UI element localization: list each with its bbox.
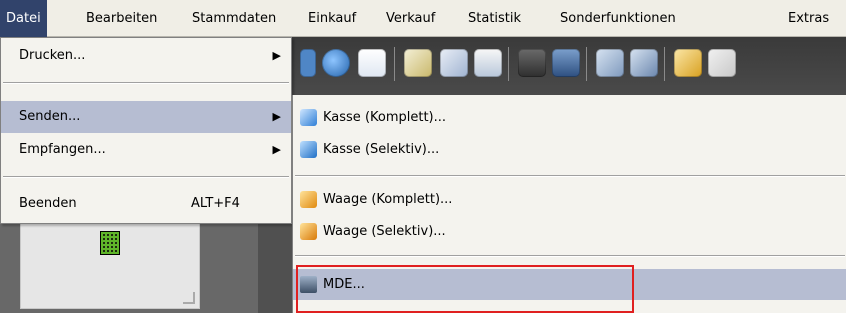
home-icon[interactable] <box>358 49 386 77</box>
user-icon[interactable] <box>552 49 580 77</box>
menu-verkauf[interactable]: Verkauf <box>380 0 441 37</box>
submenu-arrow-icon: ▶ <box>272 143 281 156</box>
submenu-item-waage-komplett[interactable]: Waage (Komplett)... <box>293 184 846 215</box>
menu-item-label: Senden... <box>19 109 81 124</box>
menu-item-senden[interactable]: Senden... ▶ <box>1 101 291 133</box>
warning-clock-icon[interactable] <box>674 49 702 77</box>
menu-einkauf[interactable]: Einkauf <box>302 0 362 37</box>
menu-item-empfangen[interactable]: Empfangen... ▶ <box>1 134 291 166</box>
toolbar-partial-icon[interactable] <box>300 49 316 77</box>
submenu-item-label: Kasse (Komplett)... <box>323 110 447 125</box>
submenu-arrow-icon: ▶ <box>272 49 281 62</box>
menu-separator <box>3 176 289 178</box>
submenu-arrow-icon: ▶ <box>272 110 281 123</box>
scale-icon <box>300 223 317 240</box>
toolbar-separator <box>394 47 395 81</box>
menu-item-label: Drucken... <box>19 48 86 63</box>
scale-icon <box>300 191 317 208</box>
shortcut-label: ALT+F4 <box>191 196 240 211</box>
submenu-item-label: Waage (Komplett)... <box>323 192 453 207</box>
menu-separator <box>3 82 289 84</box>
toolbar-separator <box>508 47 509 81</box>
cash-register-icon <box>300 141 317 158</box>
menu-datei[interactable]: Datei <box>0 0 47 37</box>
menu-item-beenden[interactable]: Beenden ALT+F4 <box>1 188 291 220</box>
menu-separator <box>295 175 845 177</box>
menu-item-label: Beenden <box>19 196 77 211</box>
submenu-item-label: MDE... <box>323 277 365 292</box>
menu-sonderfunktionen[interactable]: Sonderfunktionen <box>554 0 682 37</box>
document-icon[interactable] <box>708 49 736 77</box>
submenu-item-label: Kasse (Selektiv)... <box>323 142 440 157</box>
delivery-icon[interactable] <box>440 49 468 77</box>
keypad-icon <box>100 231 120 255</box>
globe-icon[interactable] <box>322 49 350 77</box>
submenu-item-kasse-komplett[interactable]: Kasse (Komplett)... <box>293 102 846 133</box>
edit-document-icon[interactable] <box>404 49 432 77</box>
datei-menu: Drucken... ▶ Senden... ▶ Empfangen... ▶ … <box>0 37 292 224</box>
customers-icon[interactable] <box>518 49 546 77</box>
transfer-alt-icon[interactable] <box>630 49 658 77</box>
menu-item-drucken[interactable]: Drucken... ▶ <box>1 40 291 72</box>
menu-separator <box>295 255 845 257</box>
cash-register-icon <box>300 109 317 126</box>
menu-extras[interactable]: Extras <box>782 0 835 37</box>
submenu-item-mde[interactable]: MDE... <box>293 269 846 300</box>
menu-bar: Datei Bearbeiten Stammdaten Einkauf Verk… <box>0 0 846 37</box>
mobile-data-device-icon <box>300 276 317 293</box>
toolbar-separator <box>664 47 665 81</box>
menu-bearbeiten[interactable]: Bearbeiten <box>80 0 163 37</box>
submenu-item-waage-selektiv[interactable]: Waage (Selektiv)... <box>293 216 846 247</box>
menu-statistik[interactable]: Statistik <box>462 0 527 37</box>
submenu-item-kasse-selektiv[interactable]: Kasse (Selektiv)... <box>293 134 846 165</box>
calculator-icon[interactable] <box>474 49 502 77</box>
resize-grip-icon <box>183 292 195 304</box>
transfer-icon[interactable] <box>596 49 624 77</box>
toolbar-separator <box>586 47 587 81</box>
menu-stammdaten[interactable]: Stammdaten <box>186 0 282 37</box>
submenu-item-label: Waage (Selektiv)... <box>323 224 446 239</box>
senden-submenu: Kasse (Komplett)... Kasse (Selektiv)... … <box>292 95 846 313</box>
menu-item-label: Empfangen... <box>19 142 106 157</box>
